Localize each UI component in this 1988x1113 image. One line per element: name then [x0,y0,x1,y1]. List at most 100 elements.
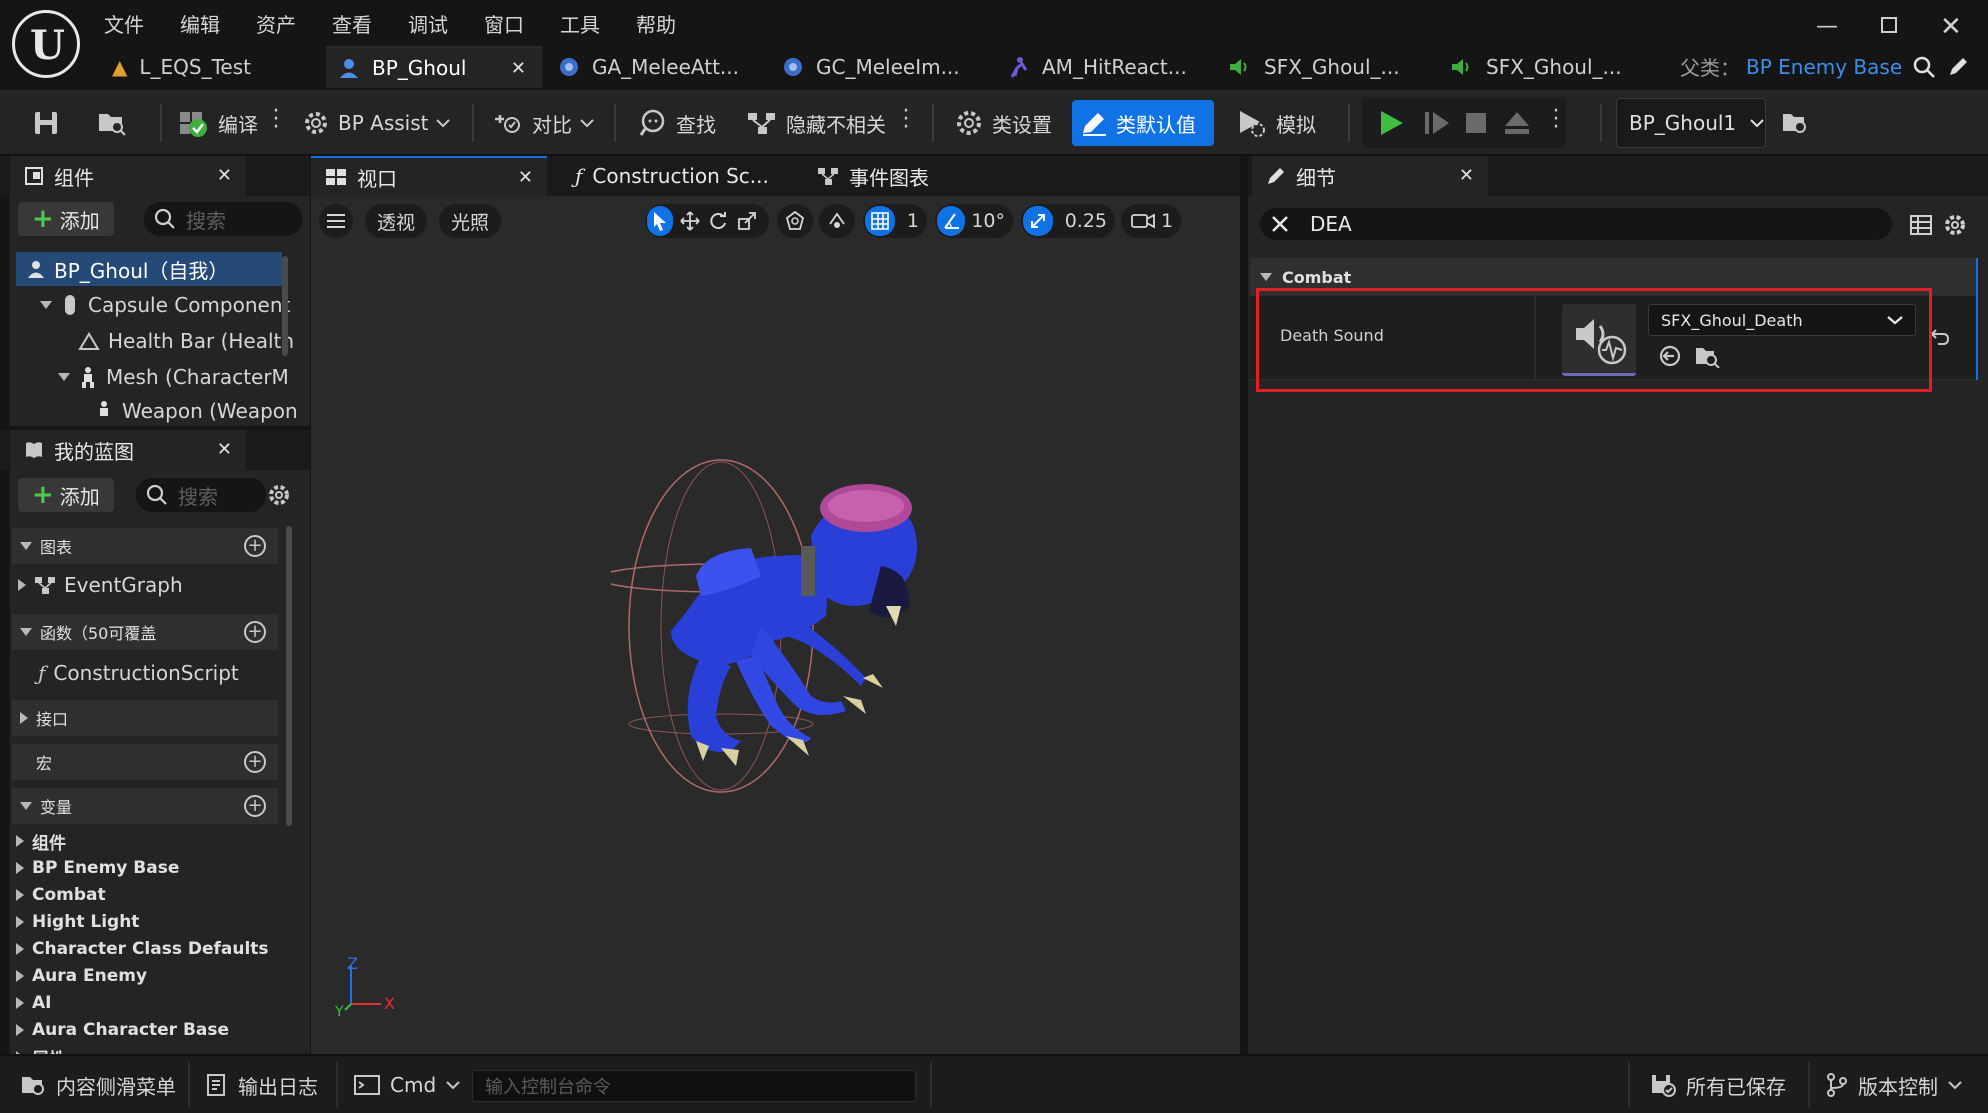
browse-debug-object-button[interactable] [1772,100,1818,146]
var-category-components[interactable]: 组件 [16,828,66,854]
perspective-button[interactable]: 透视 [365,204,427,238]
compile-button[interactable]: 编译 [170,100,266,146]
angle-icon[interactable] [937,206,966,236]
component-row-mesh[interactable]: Mesh (CharacterM [58,360,289,394]
console-command-input[interactable]: 输入控制台命令 [472,1070,916,1102]
class-settings-button[interactable]: 类设置 [946,100,1060,146]
var-category-ai[interactable]: AI [16,990,51,1016]
close-tab-icon[interactable]: ✕ [511,58,526,79]
add-member-button[interactable]: + 添加 [18,478,114,512]
source-control-button[interactable]: 版本控制 [1816,1064,1972,1106]
blueprint-search-input[interactable]: 搜索 [136,478,266,512]
bp-assist-button[interactable]: BP Assist [294,100,458,146]
viewport[interactable]: 透视 光照 1 10° 0.25 1 Z X Y [311,196,1240,1054]
section-graphs[interactable]: 图表 + [12,528,278,564]
component-row-root[interactable]: BP_Ghoul（自我） [16,252,282,286]
menu-window[interactable]: 窗口 [484,9,560,38]
menu-view[interactable]: 查看 [332,9,408,38]
rotate-icon[interactable] [706,204,731,238]
event-graph-item[interactable]: EventGraph [18,568,183,602]
doc-tab-sfx-ghoul-1[interactable]: SFX_Ghoul_... [1216,46,1430,88]
var-category-hight-light[interactable]: Hight Light [16,909,139,935]
surface-snap-toggle[interactable] [819,204,855,238]
scale-snap-icon[interactable] [1023,206,1053,236]
components-scrollbar[interactable] [282,256,288,356]
stop-button[interactable] [1454,100,1498,146]
eject-button[interactable] [1494,100,1540,146]
diff-button[interactable]: 对比 [484,100,602,146]
menu-edit[interactable]: 编辑 [180,9,256,38]
scale-snap-control[interactable]: 0.25 [1021,204,1115,238]
debug-object-select[interactable]: BP_Ghoul1 [1616,98,1766,148]
expand-arrow-icon[interactable] [58,373,70,381]
menu-file[interactable]: 文件 [104,9,180,38]
add-circle-icon[interactable]: + [244,535,266,557]
ghoul-character-model[interactable] [611,456,991,796]
select-arrow-icon[interactable] [647,206,674,236]
doc-tab-l-eqs-test[interactable]: ▲ L_EQS_Test [100,46,322,88]
edit-pencil-icon[interactable] [1946,55,1970,79]
settings-gear-icon[interactable] [266,482,292,508]
var-category-attributes[interactable]: 属性 [16,1044,66,1054]
find-button[interactable]: 查找 [630,100,724,146]
rotation-snap-control[interactable]: 10° [935,204,1013,238]
construction-script-item[interactable]: ƒ ConstructionScript [38,656,239,690]
cmd-selector[interactable]: Cmd [344,1064,470,1106]
play-button[interactable] [1368,100,1414,146]
all-saved-status[interactable]: 所有已保存 [1640,1064,1796,1106]
tab-viewport[interactable]: 视口 ✕ [311,156,547,196]
class-defaults-button[interactable]: 类默认值 [1072,100,1214,146]
doc-tab-sfx-ghoul-2[interactable]: SFX_Ghoul_... [1438,46,1652,88]
reset-to-default-icon[interactable] [1930,326,1950,346]
details-tab[interactable]: 细节 ✕ [1252,156,1488,196]
close-panel-icon[interactable]: ✕ [1459,165,1474,186]
doc-tab-gc-meleeimpact[interactable]: GC_MeleeIm... [770,46,984,88]
tab-event-graph[interactable]: 事件图表 [803,156,1003,196]
clear-search-icon[interactable] [1270,214,1290,234]
output-log-button[interactable]: 输出日志 [196,1064,328,1106]
close-tab-icon[interactable]: ✕ [518,167,533,188]
maximize-icon[interactable] [1880,16,1898,34]
doc-tab-ga-meleeattack[interactable]: GA_MeleeAtt... [546,46,760,88]
var-category-bp-enemy-base[interactable]: BP Enemy Base [16,855,179,881]
close-panel-icon[interactable]: ✕ [217,165,232,186]
var-category-aura-enemy[interactable]: Aura Enemy [16,963,147,989]
simulate-button[interactable]: 模拟 [1228,100,1324,146]
compile-options-icon[interactable]: · · · [272,101,280,139]
section-functions[interactable]: 函数（50可覆盖 + [12,614,278,650]
browse-asset-button[interactable] [88,100,136,146]
blueprint-scrollbar[interactable] [286,526,292,826]
minimize-icon[interactable]: — [1816,14,1838,39]
menu-help[interactable]: 帮助 [636,9,712,38]
section-macros[interactable]: 宏 + [12,744,278,780]
details-search-input[interactable]: DEA [1260,208,1892,240]
expand-arrow-icon[interactable] [40,301,52,309]
play-options-icon[interactable]: · · · [1552,101,1560,139]
add-circle-icon[interactable]: + [244,795,266,817]
camera-speed-control[interactable]: 1 [1121,204,1181,238]
grid-icon[interactable] [865,206,895,236]
table-view-icon[interactable] [1910,214,1932,236]
add-circle-icon[interactable]: + [244,621,266,643]
translate-icon[interactable] [677,204,702,238]
close-window-icon[interactable]: ✕ [1940,12,1962,42]
my-blueprint-tab[interactable]: 我的蓝图 ✕ [10,430,246,470]
world-local-toggle[interactable] [777,204,813,238]
menu-asset[interactable]: 资产 [256,9,332,38]
close-panel-icon[interactable]: ✕ [217,439,232,460]
unreal-logo-icon[interactable]: U [12,10,80,78]
component-row-healthbar[interactable]: Health Bar (Health [78,324,294,358]
var-category-character-class-defaults[interactable]: Character Class Defaults [16,936,269,962]
section-interfaces[interactable]: 接口 [12,700,278,736]
add-circle-icon[interactable]: + [244,751,266,773]
save-button[interactable] [24,100,68,146]
component-row-capsule[interactable]: Capsule Component [40,288,290,322]
lit-mode-button[interactable]: 光照 [439,204,501,238]
more-options-icon[interactable]: · · · [902,101,910,139]
component-search-input[interactable]: 搜索 [144,202,302,236]
viewport-menu-button[interactable] [319,204,353,238]
var-category-combat[interactable]: Combat [16,882,106,908]
tab-construction-script[interactable]: ƒ Construction Sc... [561,156,791,196]
menu-debug[interactable]: 调试 [408,9,484,38]
parent-class-link[interactable]: BP Enemy Base [1746,55,1902,79]
